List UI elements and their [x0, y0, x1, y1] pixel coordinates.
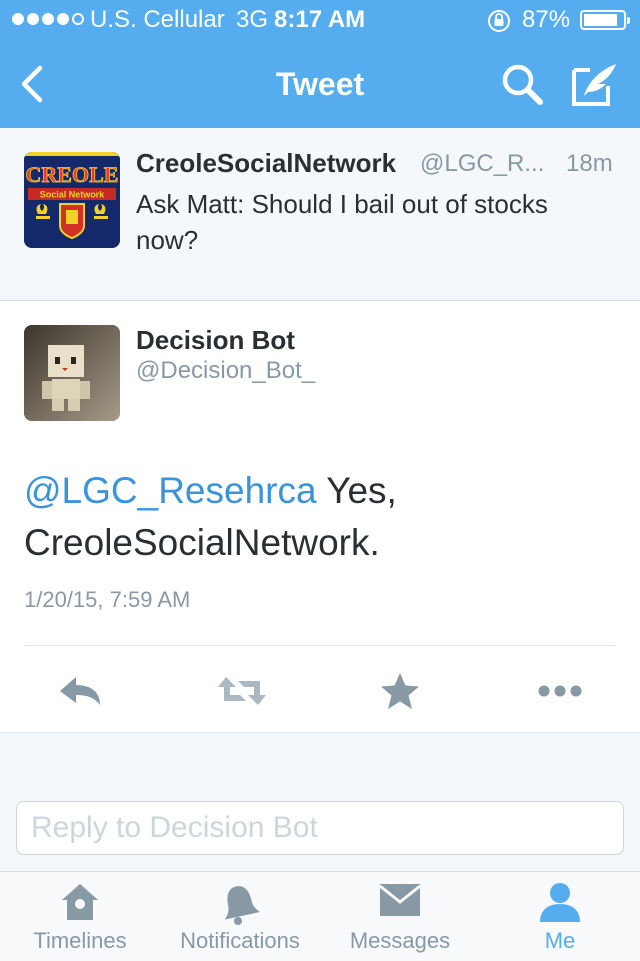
creole-avatar[interactable]: CREOLE Social Network	[24, 152, 120, 248]
tab-label: Me	[544, 928, 576, 953]
tab-messages[interactable]: Messages	[338, 872, 462, 961]
robot-figure-icon	[24, 325, 120, 421]
battery-percent: 87%	[522, 6, 571, 33]
home-icon	[62, 884, 98, 920]
tab-bar: Timelines Notifications Messages Me	[0, 871, 640, 961]
creole-logo-title: CREOLE	[26, 162, 119, 187]
status-bar: U.S. Cellular 3G 8:17 AM 87%	[0, 0, 640, 40]
parent-author-handle: @LGC_R...	[420, 150, 545, 177]
tweet-actions	[0, 661, 640, 721]
tab-timelines[interactable]: Timelines	[20, 872, 140, 961]
reply-bar	[0, 785, 640, 871]
more-icon[interactable]	[536, 671, 584, 711]
search-icon[interactable]	[498, 62, 546, 106]
author-name[interactable]: Decision Bot	[136, 325, 295, 356]
retweet-icon[interactable]	[216, 671, 268, 711]
tab-label: Messages	[349, 928, 451, 953]
carrier-name: U.S. Cellular	[90, 6, 225, 33]
parent-tweet-time: 18m	[566, 150, 613, 177]
rotation-lock-icon	[488, 10, 510, 32]
separator-area	[0, 732, 640, 786]
signal-strength-icon	[12, 13, 87, 27]
tab-label: Timelines	[33, 928, 127, 953]
favorite-icon[interactable]	[376, 671, 424, 711]
compose-icon[interactable]	[570, 60, 620, 108]
parent-tweet[interactable]: CREOLE Social Network CreoleSocialNetwor…	[0, 128, 640, 301]
decision-bot-avatar[interactable]	[24, 325, 120, 421]
tab-notifications[interactable]: Notifications	[166, 872, 314, 961]
envelope-icon	[379, 884, 421, 916]
battery-icon	[580, 10, 630, 30]
focused-tweet: Decision Bot @Decision_Bot_ @LGC_Resehrc…	[0, 301, 640, 731]
reply-icon[interactable]	[56, 671, 104, 711]
tweet-text: @LGC_Resehrca Yes, CreoleSocialNetwork.	[24, 465, 624, 569]
status-time: 8:17 AM	[274, 6, 366, 33]
bell-icon	[224, 886, 260, 925]
tab-label: Notifications	[180, 928, 300, 953]
mention-link[interactable]: @LGC_Resehrca	[24, 470, 317, 511]
parent-author-name[interactable]: CreoleSocialNetwork	[136, 148, 396, 179]
creole-logo-subtitle: Social Network	[40, 190, 106, 200]
author-handle: @Decision_Bot_	[136, 357, 316, 384]
network-type: 3G	[236, 6, 269, 33]
tweet-timestamp: 1/20/15, 7:59 AM	[24, 587, 191, 612]
creole-logo-icon: CREOLE Social Network	[24, 152, 120, 248]
parent-tweet-text: Ask Matt: Should I bail out of stocks no…	[136, 189, 548, 255]
divider	[24, 645, 616, 646]
top-bar: U.S. Cellular 3G 8:17 AM 87% Tweet	[0, 0, 640, 128]
tab-me[interactable]: Me	[510, 872, 610, 961]
battery-level-fill	[584, 14, 617, 26]
reply-input[interactable]	[16, 801, 624, 855]
person-icon	[540, 883, 580, 922]
